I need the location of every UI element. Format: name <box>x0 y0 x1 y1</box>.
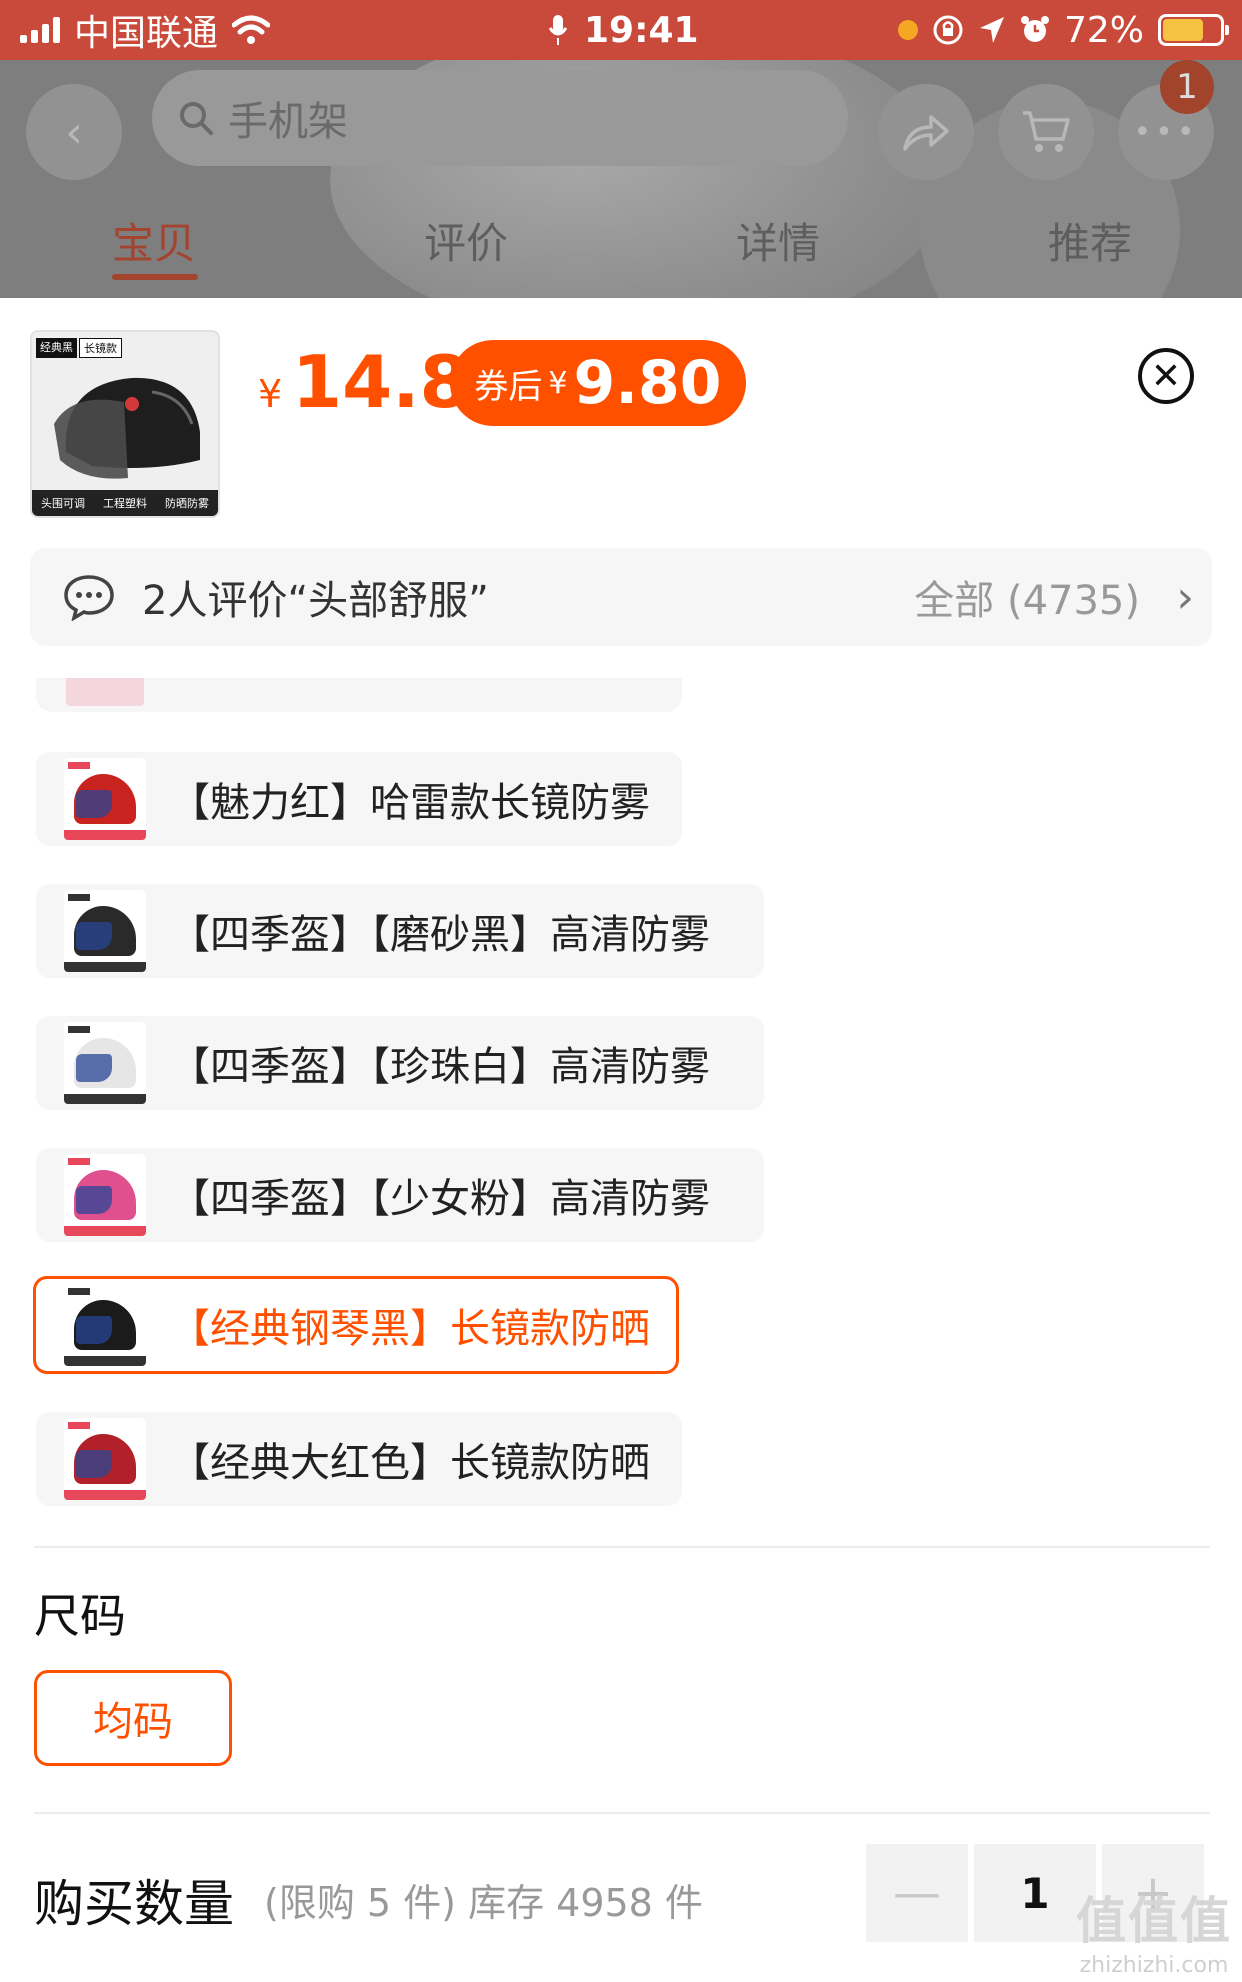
status-left: 中国联通 <box>20 8 271 54</box>
battery-charging-icon <box>1158 14 1229 46</box>
tab-baobei[interactable]: 宝贝 <box>54 210 254 271</box>
sku-label: 【四季盔】【珍珠白】高清防雾 <box>170 1044 710 1090</box>
mic-icon <box>548 15 568 45</box>
sku-thumbnail <box>64 1154 146 1236</box>
review-highlight: 2人评价“头部舒服” <box>142 578 489 624</box>
coupon-label: 券后 <box>474 366 543 407</box>
chat-bubble-icon <box>64 575 114 621</box>
sku-thumbnail <box>64 890 146 972</box>
search-icon <box>180 102 213 135</box>
coupon-price-badge: 券后 ¥ 9.80 <box>450 340 746 426</box>
price: 14.8 <box>292 340 470 424</box>
sku-option[interactable]: 【经典钢琴黑】长镜款防晒 <box>33 1276 679 1374</box>
battery-percent: 72% <box>1063 9 1144 51</box>
search-placeholder: 手机架 <box>228 99 348 145</box>
sku-option[interactable]: 【魅力红】哈雷款长镜防雾 <box>36 752 682 846</box>
lock-rotation-icon <box>933 15 963 45</box>
carrier-label: 中国联通 <box>74 13 219 54</box>
coupon-currency: ¥ <box>548 365 568 401</box>
size-title: 尺码 <box>34 1589 126 1643</box>
alarm-icon <box>1020 16 1049 42</box>
sku-label: 【经典钢琴黑】长镜款防晒 <box>170 1306 650 1352</box>
sku-thumbnail <box>64 1418 146 1500</box>
quantity-title: 购买数量 <box>34 1875 234 1933</box>
sku-label: 【经典大红色】长镜款防晒 <box>170 1440 650 1486</box>
sku-label: 【魅力红】哈雷款长镜防雾 <box>170 780 650 826</box>
dimmed-product-header: ‹ 手机架 ••• 1 宝贝 评价 详情 推荐 <box>0 60 1242 298</box>
chevron-right-icon: › <box>1176 571 1194 623</box>
tab-details[interactable]: 详情 <box>678 210 878 271</box>
review-summary-bar[interactable]: 2人评价“头部舒服” 全部 (4735) › <box>30 548 1212 646</box>
location-icon <box>979 17 1004 43</box>
tab-recommend[interactable]: 推荐 <box>990 210 1190 271</box>
signal-icon <box>20 17 60 43</box>
sku-thumb-partial <box>66 678 144 706</box>
sku-thumbnail <box>64 1022 146 1104</box>
sku-label: 【四季盔】【磨砂黑】高清防雾 <box>170 912 710 958</box>
divider <box>34 1546 1210 1548</box>
sku-option[interactable]: 【四季盔】【少女粉】高清防雾 <box>36 1148 764 1242</box>
more-dots-icon: ••• <box>1133 114 1199 150</box>
sku-label: 【四季盔】【少女粉】高清防雾 <box>170 1176 710 1222</box>
decrease-button[interactable]: — <box>866 1844 968 1942</box>
thumb-footer-1: 头围可调 <box>41 497 85 510</box>
thumb-footer: 头围可调 工程塑料 防晒防雾 <box>32 490 218 516</box>
thumb-footer-3: 防晒防雾 <box>165 497 209 510</box>
orange-dot-icon <box>897 20 918 40</box>
sku-option[interactable]: 【经典大红色】长镜款防晒 <box>36 1412 682 1506</box>
sku-option[interactable]: 【四季盔】【珍珠白】高清防雾 <box>36 1016 764 1110</box>
sku-thumbnail <box>64 758 146 840</box>
active-tab-indicator <box>112 274 198 280</box>
product-thumbnail[interactable]: 经典黑 长镜款 头围可调 工程塑料 防晒防雾 <box>30 330 220 518</box>
status-center: 19:41 <box>548 8 699 52</box>
coupon-price: 9.80 <box>573 348 722 418</box>
cart-badge: 1 <box>1160 60 1214 114</box>
product-tabs: 宝贝 评价 详情 推荐 <box>0 210 1242 290</box>
divider <box>34 1812 1210 1814</box>
sku-thumbnail <box>64 1284 146 1366</box>
chevron-left-icon: ‹ <box>65 106 83 158</box>
cart-icon <box>1023 111 1070 152</box>
back-button[interactable]: ‹ <box>26 84 122 180</box>
size-option-button[interactable]: 均码 <box>34 1670 232 1766</box>
close-button[interactable]: ✕ <box>1138 348 1194 404</box>
status-bar: 中国联通 19:41 72% <box>0 0 1242 60</box>
search-input[interactable]: 手机架 <box>152 70 848 166</box>
sku-option-partial[interactable] <box>36 678 682 712</box>
tab-reviews[interactable]: 评价 <box>366 210 566 271</box>
review-all-count[interactable]: 全部 (4735) <box>914 568 1140 626</box>
sku-option[interactable]: 【四季盔】【磨砂黑】高清防雾 <box>36 884 764 978</box>
cart-button[interactable] <box>998 84 1094 180</box>
thumb-footer-2: 工程塑料 <box>103 497 147 510</box>
share-icon <box>903 115 949 151</box>
wifi-icon <box>232 15 271 44</box>
share-button[interactable] <box>878 84 974 180</box>
status-right: 72% <box>897 8 1229 52</box>
close-icon: ✕ <box>1150 355 1182 397</box>
price-currency: ¥ <box>258 372 283 416</box>
watermark: 值值值 zhizhizhi.com <box>1076 1881 1232 1978</box>
watermark-url: zhizhizhi.com <box>1079 1953 1229 1978</box>
quantity-note: (限购 5 件) 库存 4958 件 <box>264 1881 703 1925</box>
clock: 19:41 <box>584 9 699 51</box>
watermark-logo: 值值值 <box>1076 1892 1232 1950</box>
